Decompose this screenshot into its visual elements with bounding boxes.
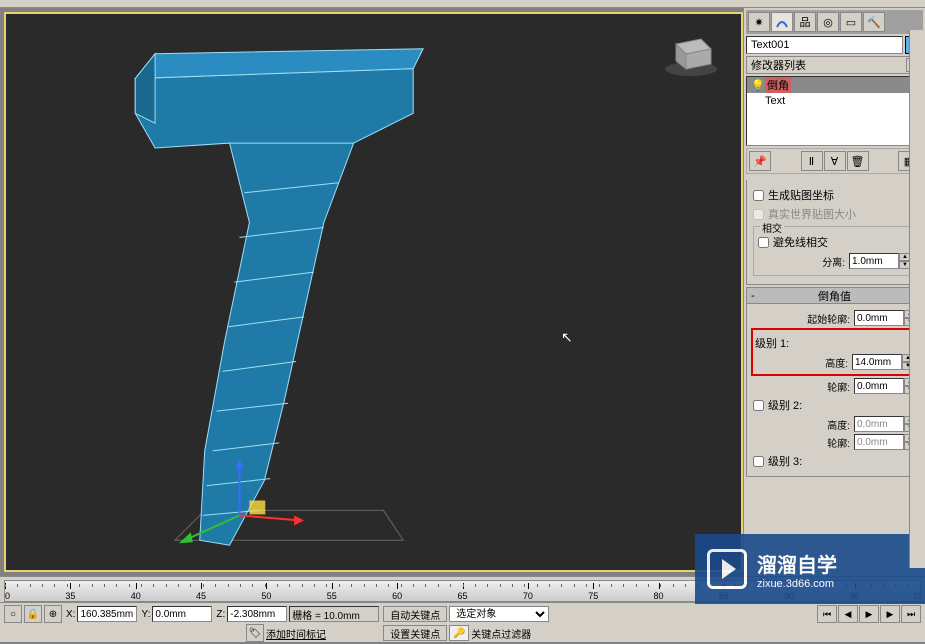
watermark-title: 溜溜自学 [757, 549, 837, 578]
start-outline-label: 起始轮廓: [807, 311, 850, 326]
tick-label: 70 [523, 591, 533, 601]
grid-display: 栅格 = 10.0mm [289, 606, 379, 622]
y-coord-input[interactable] [152, 606, 212, 622]
level3-label: 级别 3: [768, 453, 802, 469]
viewcube[interactable] [661, 29, 721, 79]
tick-label: 35 [65, 591, 75, 601]
level2-checkbox[interactable] [753, 400, 764, 411]
bulb-icon: 💡 [751, 79, 765, 92]
model-seven [6, 14, 741, 570]
l1-outline-label: 轮廓: [827, 379, 850, 394]
y-label: Y: [141, 609, 150, 620]
motion-tab[interactable]: ◎ [817, 12, 839, 32]
gen-mapping-label: 生成贴图坐标 [768, 187, 834, 203]
modifier-stack[interactable]: 💡 倒角 Text [746, 76, 923, 146]
level2-label: 级别 2: [768, 397, 802, 413]
timetag-icon[interactable]: 🏷 [246, 624, 264, 642]
tick-label: 30 [4, 591, 10, 601]
tick-label: 75 [588, 591, 598, 601]
goto-end-button[interactable]: ⏭ [901, 605, 921, 623]
status-bar: ○ 🔒 ⊕ X: Y: Z: 栅格 = 10.0mm 🏷 添加时间标记 自动关键… [0, 602, 925, 642]
avoid-line-label: 避免线相交 [773, 234, 828, 250]
transport-controls: ⏮ ◀ ▶ ▶ ⏭ [817, 605, 921, 623]
prev-frame-button[interactable]: ◀ [838, 605, 858, 623]
modify-tab[interactable] [771, 12, 793, 32]
watermark-url: zixue.3d66.com [757, 578, 837, 590]
z-label: Z: [216, 609, 225, 620]
bevel-values-rollout: - 倒角值 起始轮廓: ▲▼ 级别 1: [746, 287, 923, 477]
key-filter-label[interactable]: 关键点过滤器 [471, 626, 531, 641]
tick-label: 65 [457, 591, 467, 601]
panel-scrollbar[interactable] [909, 30, 925, 568]
bevel-values-title: 倒角值 [818, 288, 851, 304]
bevel-values-header[interactable]: - 倒角值 [747, 288, 922, 304]
l1-height-label: 高度: [825, 355, 848, 370]
viewport[interactable]: ↖ [4, 12, 743, 572]
goto-start-button[interactable]: ⏮ [817, 605, 837, 623]
l2-outline-input [854, 434, 904, 450]
panel-tabs: ✷ 品 ◎ ▭ 🔨 [746, 10, 923, 34]
watermark: 溜溜自学 zixue.3d66.com [695, 534, 925, 604]
watermark-play-icon [707, 549, 747, 589]
transform-type-button[interactable]: ⊕ [44, 605, 62, 623]
modifier-list-label: 修改器列表 [751, 57, 806, 73]
next-frame-button[interactable]: ▶ [880, 605, 900, 623]
tick-label: 50 [261, 591, 271, 601]
l1-height-input[interactable] [852, 354, 902, 370]
create-tab[interactable]: ✷ [748, 12, 770, 32]
intersect-fieldset: 相交 避免线相交 分离: ▲▼ [753, 226, 916, 276]
stack-item-text[interactable]: Text [747, 93, 922, 109]
x-label: X: [66, 609, 75, 620]
remove-modifier-button[interactable]: 🗑 [847, 151, 869, 171]
intersect-legend: 相交 [760, 220, 784, 235]
stack-toolbar: 📌 Ⅱ ∀ 🗑 ▦ [746, 148, 923, 174]
params-rollout: 生成贴图坐标 真实世界贴图大小 相交 避免线相交 分离: [746, 180, 923, 285]
tick-label: 80 [654, 591, 664, 601]
modifier-list-dropdown[interactable]: 修改器列表 ▼ [746, 56, 923, 74]
hierarchy-tab[interactable]: 品 [794, 12, 816, 32]
show-result-button[interactable]: Ⅱ [801, 151, 823, 171]
tick-label: 55 [327, 591, 337, 601]
l1-outline-input[interactable] [854, 378, 904, 394]
autokey-button[interactable]: 自动关键点 [383, 606, 447, 622]
level3-checkbox[interactable] [753, 456, 764, 467]
x-coord-input[interactable] [77, 606, 137, 622]
make-unique-button[interactable]: ∀ [824, 151, 846, 171]
tick-label: 40 [131, 591, 141, 601]
z-coord-input[interactable] [227, 606, 287, 622]
separate-label: 分离: [822, 254, 845, 269]
gen-mapping-checkbox[interactable] [753, 190, 764, 201]
pin-stack-button[interactable]: 📌 [749, 151, 771, 171]
key-icon-button[interactable]: 🔑 [449, 625, 469, 641]
play-button[interactable]: ▶ [859, 605, 879, 623]
level1-label: 级别 1: [755, 335, 789, 351]
display-tab[interactable]: ▭ [840, 12, 862, 32]
utilities-tab[interactable]: 🔨 [863, 12, 885, 32]
command-panel: ✷ 品 ◎ ▭ 🔨 修改器列表 ▼ 💡 倒角 Text 📌 [743, 8, 925, 576]
tick-label: 60 [392, 591, 402, 601]
start-outline-input[interactable] [854, 310, 904, 326]
level1-highlight: 级别 1: 高度: ▲▼ [751, 328, 918, 376]
gen-mapping-row: 生成贴图坐标 [753, 187, 916, 203]
setkey-button[interactable]: 设置关键点 [383, 625, 447, 641]
stack-label-text: Text [765, 95, 785, 107]
stack-item-bevel[interactable]: 💡 倒角 [747, 77, 922, 93]
key-target-dropdown[interactable]: 选定对象 [449, 606, 549, 622]
collapse-icon: - [751, 290, 755, 302]
l2-height-input [854, 416, 904, 432]
tick-label: 45 [196, 591, 206, 601]
stack-label-bevel: 倒角 [765, 77, 791, 93]
object-name-input[interactable] [746, 36, 903, 54]
real-world-checkbox [753, 209, 764, 220]
lock-button[interactable]: 🔒 [24, 605, 42, 623]
avoid-line-checkbox[interactable] [758, 237, 769, 248]
separate-input[interactable] [849, 253, 899, 269]
script-button[interactable]: ○ [4, 605, 22, 623]
add-timetag-link[interactable]: 添加时间标记 [266, 626, 326, 641]
